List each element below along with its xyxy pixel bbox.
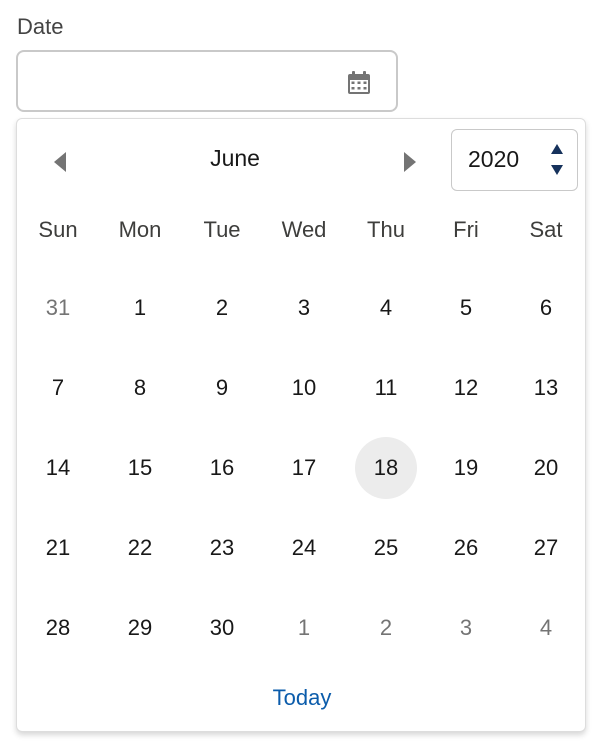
day-cell[interactable]: 8: [109, 357, 171, 419]
day-cell[interactable]: 1: [273, 597, 335, 659]
day-cell[interactable]: 28: [27, 597, 89, 659]
day-cell[interactable]: 15: [109, 437, 171, 499]
day-cell[interactable]: 31: [27, 277, 89, 339]
day-cell[interactable]: 16: [191, 437, 253, 499]
day-cell[interactable]: 2: [355, 597, 417, 659]
today-button[interactable]: Today: [17, 685, 587, 711]
day-cell[interactable]: 1: [109, 277, 171, 339]
day-cell[interactable]: 11: [355, 357, 417, 419]
weekday-header: Wed: [281, 217, 327, 242]
date-field-label: Date: [17, 14, 64, 39]
day-cell[interactable]: 21: [27, 517, 89, 579]
day-cell[interactable]: 25: [355, 517, 417, 579]
day-cell[interactable]: 7: [27, 357, 89, 419]
weekday-header: Thu: [367, 217, 405, 242]
day-cell[interactable]: 14: [27, 437, 89, 499]
day-cell[interactable]: 5: [435, 277, 497, 339]
chevron-right-icon: [404, 152, 416, 172]
weekday-header: Mon: [118, 217, 162, 242]
caret-up-icon[interactable]: [550, 143, 564, 155]
day-cell[interactable]: 12: [435, 357, 497, 419]
month-label: June: [210, 145, 260, 171]
day-cell[interactable]: 20: [515, 437, 577, 499]
day-cell[interactable]: 4: [515, 597, 577, 659]
day-cell[interactable]: 9: [191, 357, 253, 419]
chevron-left-icon: [54, 152, 66, 172]
day-cell[interactable]: 2: [191, 277, 253, 339]
day-cell[interactable]: 17: [273, 437, 335, 499]
weekday-header: Fri: [453, 217, 479, 242]
day-cell[interactable]: 26: [435, 517, 497, 579]
day-cell[interactable]: 13: [515, 357, 577, 419]
day-cell[interactable]: 3: [273, 277, 335, 339]
weekday-header: Sun: [38, 217, 78, 242]
day-cell[interactable]: 29: [109, 597, 171, 659]
day-cell[interactable]: 22: [109, 517, 171, 579]
day-cell[interactable]: 4: [355, 277, 417, 339]
year-select[interactable]: 2020: [451, 129, 578, 191]
day-cell[interactable]: 30: [191, 597, 253, 659]
previous-month-button[interactable]: [45, 147, 75, 177]
weekday-header: Tue: [203, 217, 241, 242]
day-cell[interactable]: 6: [515, 277, 577, 339]
day-cell[interactable]: 27: [515, 517, 577, 579]
date-input[interactable]: [32, 62, 336, 102]
next-month-button[interactable]: [395, 147, 425, 177]
day-cell[interactable]: 19: [435, 437, 497, 499]
date-input-container[interactable]: [16, 50, 398, 112]
caret-down-icon[interactable]: [550, 164, 564, 176]
day-cell[interactable]: 10: [273, 357, 335, 419]
weekday-header-row: Sun Mon Tue Wed Thu Fri Sat: [17, 217, 587, 251]
calendar-icon[interactable]: [346, 70, 372, 96]
day-cell[interactable]: 23: [191, 517, 253, 579]
day-cell-today[interactable]: 18: [355, 437, 417, 499]
weekday-header: Sat: [529, 217, 563, 242]
datepicker-dropdown: June 2020 Sun Mon Tue Wed Thu Fri Sat 31 1 2 3 4 5 6…: [16, 118, 586, 732]
day-cell[interactable]: 24: [273, 517, 335, 579]
year-value: 2020: [468, 146, 520, 172]
day-cell[interactable]: 3: [435, 597, 497, 659]
